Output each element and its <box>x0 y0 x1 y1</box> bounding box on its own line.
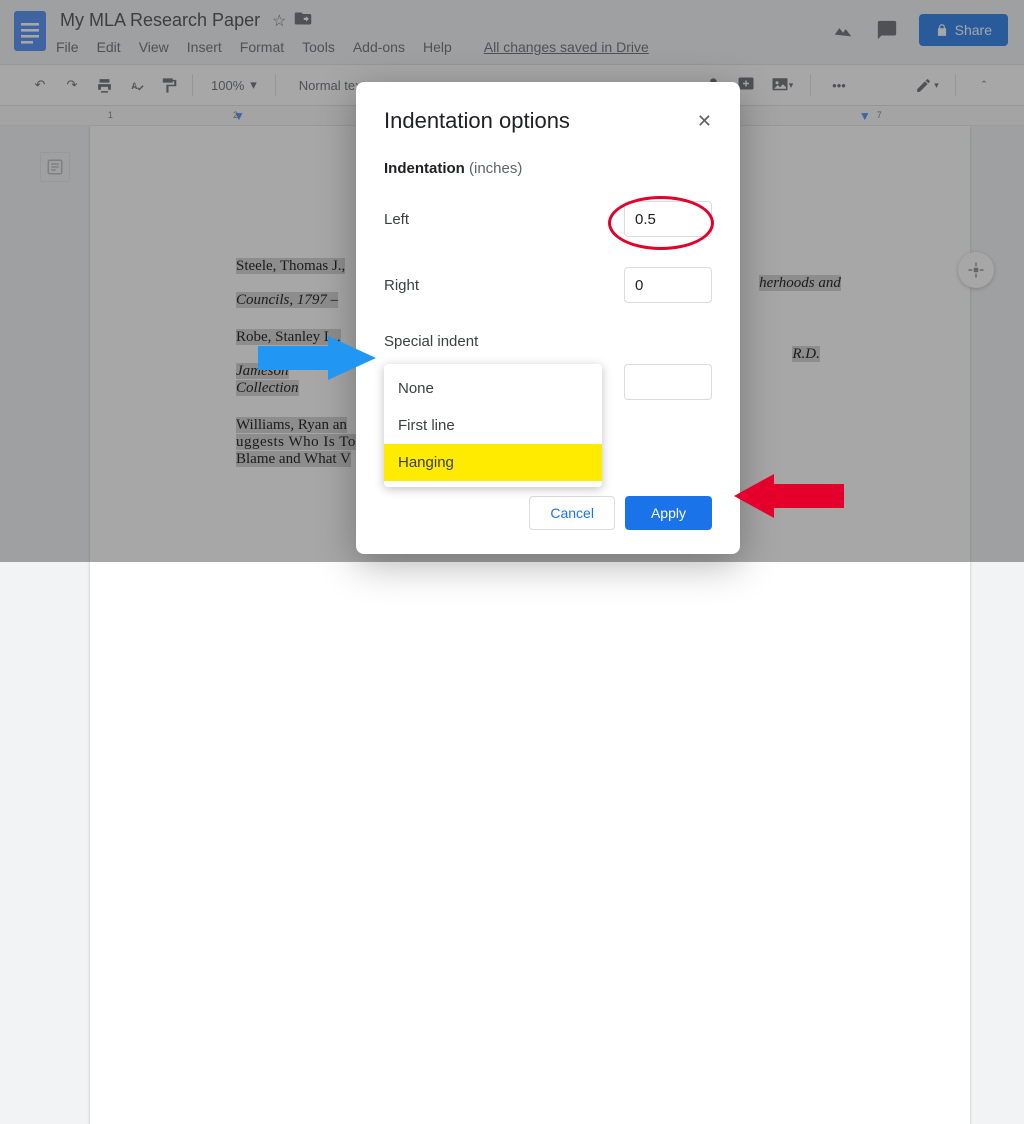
right-indent-label: Right <box>384 277 419 294</box>
left-indent-label: Left <box>384 211 409 228</box>
left-indent-input[interactable] <box>624 201 712 237</box>
close-icon[interactable]: ✕ <box>697 111 712 132</box>
dialog-title: Indentation options <box>384 108 570 134</box>
section-heading: Indentation (inches) <box>384 160 712 177</box>
app-root: My MLA Research Paper ☆ File Edit View I… <box>0 0 1024 562</box>
option-none[interactable]: None <box>384 370 602 407</box>
dropdown-menu: None First line Hanging <box>384 364 602 487</box>
special-indent-value-input[interactable] <box>624 364 712 400</box>
section-label: Indentation <box>384 160 465 177</box>
apply-button[interactable]: Apply <box>625 496 712 530</box>
option-hanging[interactable]: Hanging <box>384 444 602 481</box>
right-indent-input[interactable] <box>624 267 712 303</box>
option-first-line[interactable]: First line <box>384 407 602 444</box>
special-indent-label: Special indent <box>384 333 712 350</box>
section-unit: (inches) <box>469 160 522 177</box>
indentation-options-dialog: Indentation options ✕ Indentation (inche… <box>356 82 740 554</box>
cancel-button[interactable]: Cancel <box>529 496 615 530</box>
